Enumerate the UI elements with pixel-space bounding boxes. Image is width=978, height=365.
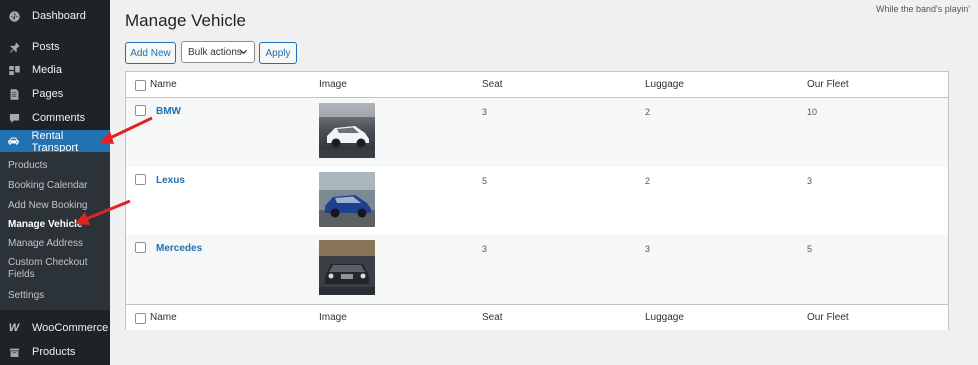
page-title: Manage Vehicle: [125, 11, 246, 30]
row-checkbox[interactable]: [135, 242, 146, 253]
bulk-actions-label: Bulk actions: [188, 46, 242, 58]
column-footer-image: Image: [319, 312, 347, 323]
products-icon: [7, 345, 21, 359]
fleet-value: 5: [807, 244, 813, 254]
column-footer-name[interactable]: Name: [150, 312, 177, 323]
table-header: Name Image Seat Luggage Our Fleet: [126, 72, 948, 98]
submenu-item-booking-calendar[interactable]: Booking Calendar: [8, 180, 88, 192]
menu-item-posts[interactable]: Posts: [0, 36, 110, 58]
menu-label: Pages: [32, 88, 64, 100]
dashboard-icon: [7, 9, 21, 23]
seat-value: 5: [482, 176, 488, 186]
dark-car-photo: [319, 240, 375, 295]
select-all-checkbox[interactable]: [135, 80, 146, 91]
seat-value: 3: [482, 244, 488, 254]
rental-transport-submenu: Products Booking Calendar Add New Bookin…: [0, 152, 110, 310]
vehicle-thumbnail[interactable]: [319, 172, 375, 227]
select-all-checkbox-footer[interactable]: [135, 313, 146, 324]
menu-label: Comments: [32, 112, 86, 124]
car-icon: [7, 135, 21, 149]
menu-label: Posts: [32, 41, 60, 53]
submenu-item-add-new-booking[interactable]: Add New Booking: [8, 200, 88, 212]
table-row: Lexus 5 2 3: [126, 167, 948, 235]
column-footer-our-fleet: Our Fleet: [807, 312, 849, 323]
column-header-seat: Seat: [482, 79, 503, 90]
menu-label: WooCommerce: [32, 322, 109, 334]
column-header-our-fleet: Our Fleet: [807, 79, 849, 90]
column-footer-seat: Seat: [482, 312, 503, 323]
menu-item-pages[interactable]: Pages: [0, 83, 110, 105]
row-checkbox[interactable]: [135, 105, 146, 116]
bulk-actions-select[interactable]: Bulk actions: [181, 41, 255, 63]
vehicle-thumbnail[interactable]: [319, 240, 375, 295]
vehicles-table: Name Image Seat Luggage Our Fleet BMW 3 …: [125, 71, 949, 330]
pin-icon: [7, 40, 21, 54]
fleet-value: 3: [807, 176, 813, 186]
chevron-down-icon: [239, 49, 248, 55]
admin-sidebar: Dashboard Posts Media Pages Comments Ren…: [0, 0, 110, 365]
media-icon: [7, 63, 21, 77]
column-header-name[interactable]: Name: [150, 79, 177, 90]
comments-icon: [7, 111, 21, 125]
luggage-value: 3: [645, 244, 651, 254]
menu-item-products[interactable]: Products: [0, 341, 110, 363]
submenu-item-custom-checkout-fields[interactable]: Custom Checkout Fields: [8, 257, 88, 281]
menu-item-dashboard[interactable]: Dashboard: [0, 5, 110, 27]
table-row: Mercedes 3 3 5: [126, 235, 948, 304]
fleet-value: 10: [807, 107, 818, 117]
row-checkbox[interactable]: [135, 174, 146, 185]
vehicle-name-link[interactable]: BMW: [156, 106, 181, 117]
vehicle-name-link[interactable]: Mercedes: [156, 243, 202, 254]
column-footer-luggage: Luggage: [645, 312, 684, 323]
submenu-item-settings[interactable]: Settings: [8, 290, 44, 302]
white-sedan-photo: [319, 103, 375, 158]
menu-item-rental-transport[interactable]: Rental Transport: [0, 129, 110, 154]
table-footer: Name Image Seat Luggage Our Fleet: [126, 304, 948, 330]
submenu-item-manage-address[interactable]: Manage Address: [8, 238, 83, 250]
woocommerce-icon: W: [8, 322, 20, 334]
seat-value: 3: [482, 107, 488, 117]
column-header-image: Image: [319, 79, 347, 90]
menu-label: Media: [32, 64, 62, 76]
add-new-button[interactable]: Add New: [125, 42, 176, 64]
pages-icon: [7, 87, 21, 101]
menu-item-media[interactable]: Media: [0, 59, 110, 81]
menu-label: Dashboard: [32, 10, 86, 22]
luggage-value: 2: [645, 176, 651, 186]
submenu-item-manage-vehicle[interactable]: Manage Vehicle: [8, 219, 82, 231]
column-header-luggage: Luggage: [645, 79, 684, 90]
menu-label: Products: [32, 346, 76, 358]
menu-item-woocommerce[interactable]: W WooCommerce: [0, 317, 110, 339]
menu-item-comments[interactable]: Comments: [0, 107, 110, 129]
vehicle-thumbnail[interactable]: [319, 103, 375, 158]
submenu-item-products[interactable]: Products: [8, 160, 47, 172]
apply-button[interactable]: Apply: [259, 42, 297, 64]
menu-label: Rental Transport: [31, 129, 79, 154]
luggage-value: 2: [645, 107, 651, 117]
table-row: BMW 3 2 10: [126, 98, 948, 167]
blue-sedan-photo: [319, 172, 375, 227]
vehicle-name-link[interactable]: Lexus: [156, 175, 185, 186]
admin-bar-quote: While the band's playin': [876, 4, 970, 14]
